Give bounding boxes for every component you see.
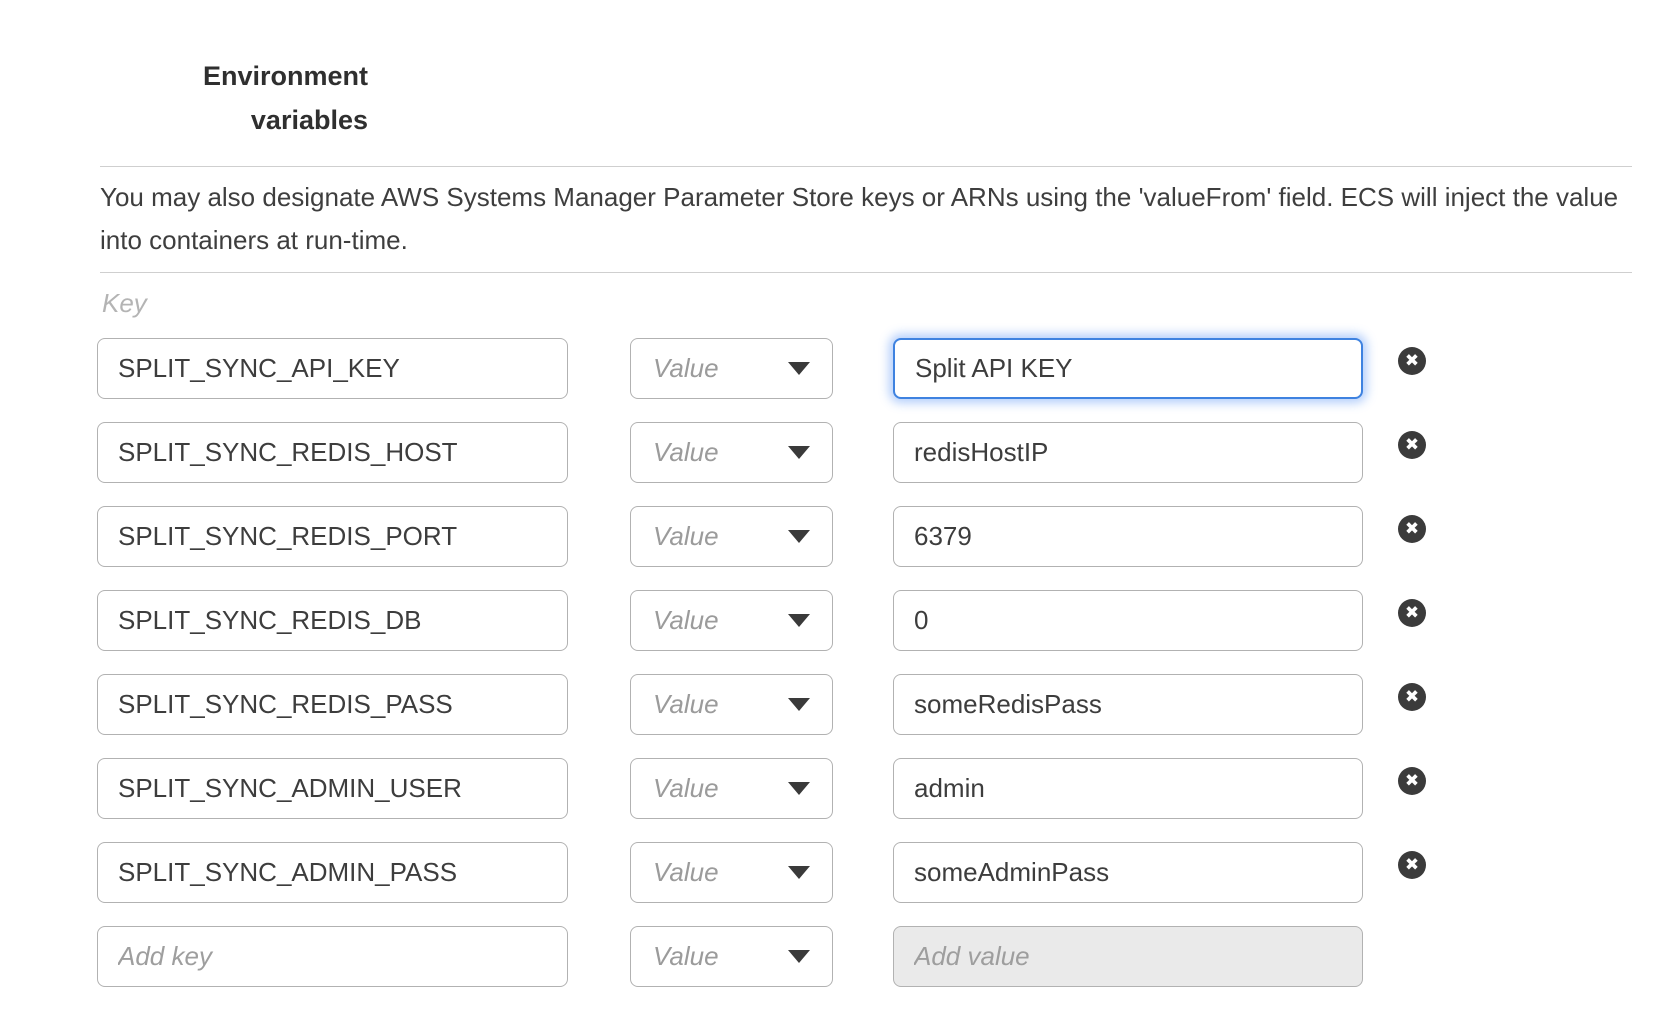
x-circle-icon: ✖ <box>1405 521 1419 538</box>
env-value-input-focused[interactable] <box>893 338 1363 399</box>
env-var-row: Value ✖ <box>0 338 1678 399</box>
remove-row-button[interactable]: ✖ <box>1398 683 1426 711</box>
remove-row-button[interactable]: ✖ <box>1398 515 1426 543</box>
value-type-select[interactable]: Value <box>630 842 833 903</box>
env-var-row: Value ✖ <box>0 842 1678 903</box>
x-circle-icon: ✖ <box>1405 773 1419 790</box>
add-key-input[interactable] <box>97 926 568 987</box>
env-value-input[interactable] <box>893 506 1363 567</box>
remove-row-button[interactable]: ✖ <box>1398 347 1426 375</box>
env-key-input[interactable] <box>97 842 568 903</box>
value-type-selected: Value <box>653 605 719 636</box>
env-var-row: Value ✖ <box>0 506 1678 567</box>
env-var-row: Value ✖ <box>0 590 1678 651</box>
value-type-selected: Value <box>653 689 719 720</box>
env-value-input[interactable] <box>893 842 1363 903</box>
env-value-input[interactable] <box>893 422 1363 483</box>
env-var-row: Value ✖ <box>0 758 1678 819</box>
caret-down-icon <box>788 446 810 459</box>
env-value-input[interactable] <box>893 674 1363 735</box>
env-var-new-row: Value <box>0 926 1678 987</box>
env-key-input[interactable] <box>97 338 568 399</box>
remove-row-button[interactable]: ✖ <box>1398 851 1426 879</box>
value-type-select[interactable]: Value <box>630 674 833 735</box>
x-circle-icon: ✖ <box>1405 857 1419 874</box>
env-var-rows: Value ✖ Value ✖ Value ✖ Value <box>0 0 1678 1018</box>
env-value-input[interactable] <box>893 590 1363 651</box>
caret-down-icon <box>788 866 810 879</box>
x-circle-icon: ✖ <box>1405 689 1419 706</box>
value-type-select[interactable]: Value <box>630 506 833 567</box>
env-var-row: Value ✖ <box>0 422 1678 483</box>
caret-down-icon <box>788 530 810 543</box>
x-circle-icon: ✖ <box>1405 605 1419 622</box>
caret-down-icon <box>788 614 810 627</box>
x-circle-icon: ✖ <box>1405 353 1419 370</box>
env-key-input[interactable] <box>97 422 568 483</box>
caret-down-icon <box>788 362 810 375</box>
value-type-selected: Value <box>653 773 719 804</box>
value-type-select[interactable]: Value <box>630 590 833 651</box>
env-key-input[interactable] <box>97 590 568 651</box>
value-type-selected: Value <box>653 521 719 552</box>
env-key-input[interactable] <box>97 674 568 735</box>
value-type-select[interactable]: Value <box>630 422 833 483</box>
value-type-selected: Value <box>653 857 719 888</box>
remove-row-button[interactable]: ✖ <box>1398 431 1426 459</box>
env-var-row: Value ✖ <box>0 674 1678 735</box>
x-circle-icon: ✖ <box>1405 437 1419 454</box>
value-type-select[interactable]: Value <box>630 758 833 819</box>
value-type-select[interactable]: Value <box>630 338 833 399</box>
caret-down-icon <box>788 950 810 963</box>
env-key-input[interactable] <box>97 506 568 567</box>
env-value-input[interactable] <box>893 758 1363 819</box>
remove-row-button[interactable]: ✖ <box>1398 599 1426 627</box>
remove-row-button[interactable]: ✖ <box>1398 767 1426 795</box>
add-value-input <box>893 926 1363 987</box>
value-type-selected: Value <box>653 941 719 972</box>
caret-down-icon <box>788 698 810 711</box>
value-type-selected: Value <box>653 437 719 468</box>
value-type-select[interactable]: Value <box>630 926 833 987</box>
value-type-selected: Value <box>653 353 719 384</box>
env-key-input[interactable] <box>97 758 568 819</box>
caret-down-icon <box>788 782 810 795</box>
